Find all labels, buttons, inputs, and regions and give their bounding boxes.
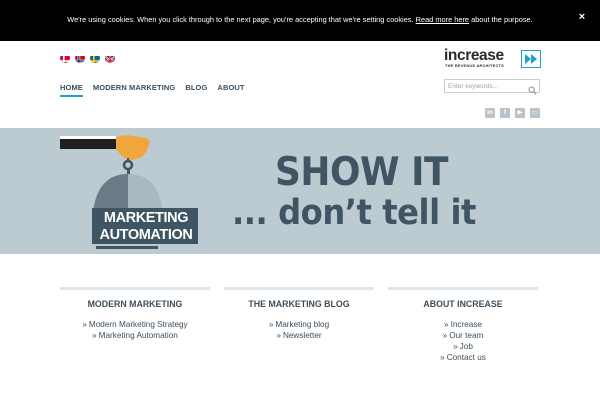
column-divider	[60, 287, 210, 290]
link-text: Modern Marketing Strategy	[88, 320, 188, 329]
arrow-icon: »	[268, 320, 274, 329]
nav-item-blog[interactable]: BLOG	[185, 83, 207, 97]
footer-link-marketing-blog[interactable]: » Marketing blog	[224, 319, 374, 330]
nav-item-about[interactable]: ABOUT	[217, 83, 244, 97]
arrow-icon: »	[453, 342, 458, 351]
footer-link-job[interactable]: » Job	[388, 341, 538, 352]
norwegian-flag-icon[interactable]	[75, 53, 85, 63]
hero-badge-line1: MARKETING	[103, 210, 189, 226]
search-box	[444, 79, 540, 95]
cookie-read-more-link[interactable]: Read more here	[416, 15, 469, 24]
swedish-flag-icon[interactable]	[90, 53, 100, 63]
tray-shape	[96, 246, 158, 249]
column-title[interactable]: THE MARKETING BLOG	[224, 299, 374, 309]
main-nav: HOME MODERN MARKETING BLOG ABOUT	[60, 83, 255, 97]
english-flag-icon[interactable]	[105, 53, 115, 63]
footer-link-our-team[interactable]: » Our team	[388, 330, 538, 341]
nav-item-modern-marketing[interactable]: MODERN MARKETING	[93, 83, 175, 97]
hand-shape	[116, 135, 150, 160]
footer-link-marketing-automation[interactable]: » Marketing Automation	[60, 330, 210, 341]
footer-link-contact-us[interactable]: » Contact us	[388, 352, 538, 363]
nav-item-home[interactable]: HOME	[60, 83, 83, 97]
logo-tagline: THE REVENUE ARCHITECTS	[445, 63, 504, 68]
hero-banner[interactable]: MARKETING AUTOMATION SHOW IT ... don’t t…	[0, 128, 600, 254]
link-text: Contact us	[446, 353, 486, 362]
danish-flag-icon[interactable]	[60, 53, 70, 63]
logo-wordmark: increase	[444, 47, 504, 64]
link-text: Job	[459, 342, 473, 351]
column-title[interactable]: MODERN MARKETING	[60, 299, 210, 309]
column-divider	[388, 287, 538, 290]
footer-column-about-increase: ABOUT INCREASE » Increase » Our team » Job …	[388, 287, 538, 363]
footer-link-newsletter[interactable]: » Newsletter	[224, 330, 374, 341]
link-text: Our team	[449, 331, 484, 340]
column-divider	[224, 287, 374, 290]
arrow-icon: »	[444, 320, 449, 329]
youtube-icon[interactable]: ▶	[515, 108, 525, 118]
cookie-text-after: about the purpose.	[469, 15, 533, 24]
language-selector	[60, 53, 115, 63]
fast-forward-icon	[521, 50, 541, 68]
link-text: Increase	[450, 320, 482, 329]
cuff-line	[60, 136, 116, 139]
footer-link-increase[interactable]: » Increase	[388, 319, 538, 330]
arrow-icon: »	[92, 331, 97, 340]
search-icon[interactable]	[528, 82, 537, 100]
arrow-icon: »	[440, 353, 445, 362]
arrow-icon: »	[442, 331, 448, 340]
footer-column-modern-marketing: MODERN MARKETING » Modern Marketing Strat…	[60, 287, 210, 341]
search-input[interactable]	[448, 81, 526, 91]
link-text: Marketing Automation	[98, 331, 178, 340]
social-links: in f ▶ ▭	[485, 108, 540, 118]
site-logo[interactable]: increase THE REVENUE ARCHITECTS	[444, 47, 542, 71]
arrow-icon: »	[276, 331, 281, 340]
column-title[interactable]: ABOUT INCREASE	[388, 299, 538, 309]
hero-heading: SHOW IT	[275, 150, 449, 195]
linkedin-icon[interactable]: in	[485, 108, 495, 118]
arrow-icon: »	[82, 320, 87, 329]
link-text: Marketing blog	[275, 320, 330, 329]
footer-link-modern-marketing-strategy[interactable]: » Modern Marketing Strategy	[60, 319, 210, 330]
hero-subheading: ... don’t tell it	[232, 193, 476, 233]
facebook-icon[interactable]: f	[500, 108, 510, 118]
cookie-message: We're using cookies. When you click thro…	[0, 15, 600, 24]
cookie-text-before: We're using cookies. When you click thro…	[67, 15, 416, 24]
cookie-close-button[interactable]: ×	[575, 10, 589, 24]
link-text: Newsletter	[282, 331, 322, 340]
footer-column-marketing-blog: THE MARKETING BLOG » Marketing blog » News…	[224, 287, 374, 341]
cookie-banner: We're using cookies. When you click thro…	[0, 0, 600, 41]
hero-badge-line2: AUTOMATION	[99, 227, 193, 243]
slideshare-icon[interactable]: ▭	[530, 108, 540, 118]
